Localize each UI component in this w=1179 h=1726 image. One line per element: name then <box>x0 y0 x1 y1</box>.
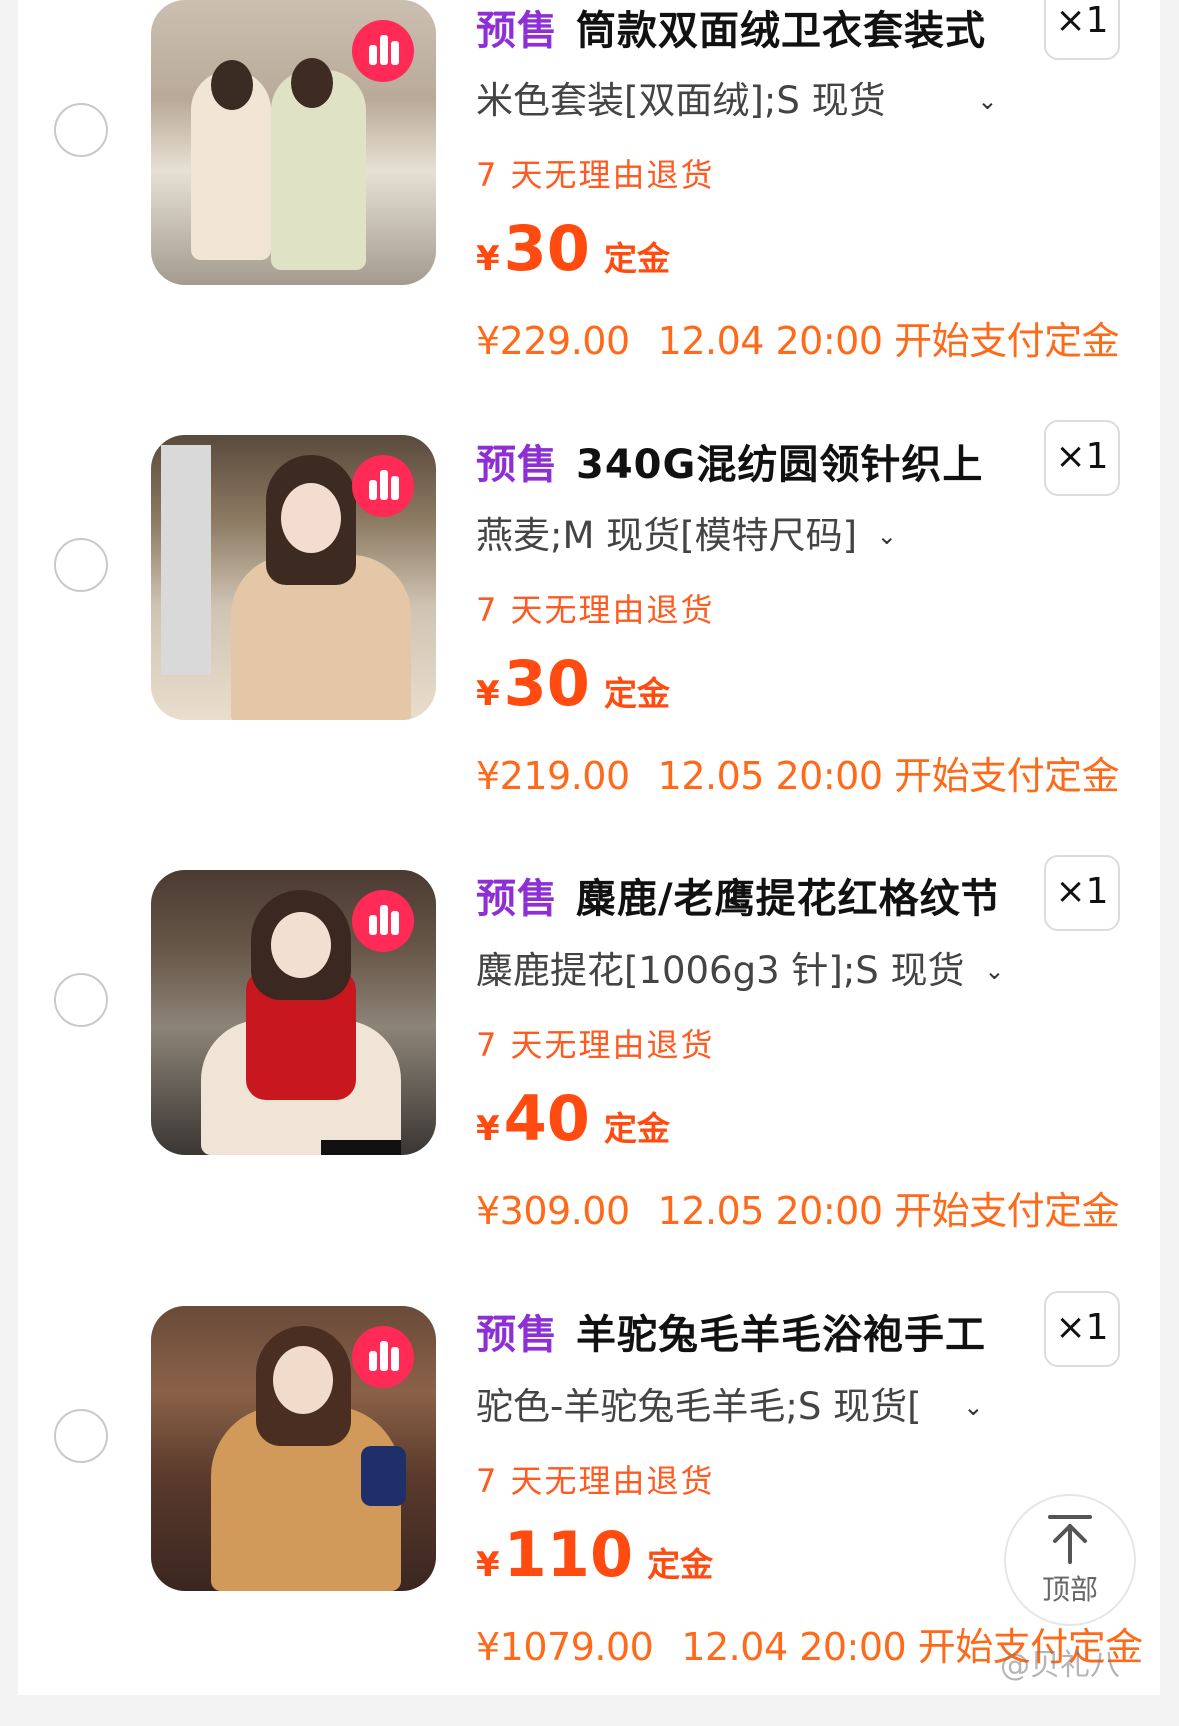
live-badge-icon <box>352 455 414 517</box>
deposit-label: 定金 <box>603 239 670 278</box>
deposit-label: 定金 <box>603 674 670 713</box>
return-policy: 7 天无理由退货 <box>476 1026 715 1064</box>
original-price: ¥309.00 <box>476 1189 630 1233</box>
cart-item: 预售 麋鹿/老鹰提花红格纹节 ×1 麋鹿提花[1006g3 针];S 现货 ⌄ 7… <box>18 855 1160 1290</box>
deposit-label: 定金 <box>603 1109 670 1148</box>
arrow-up-to-top-icon <box>1048 1515 1092 1564</box>
back-to-top-label: 顶部 <box>1041 1573 1098 1606</box>
spec-selector[interactable]: 米色套装[双面绒];S 现货 ⌄ <box>476 70 997 130</box>
chevron-down-icon: ⌄ <box>963 1393 984 1421</box>
product-image[interactable] <box>151 1306 436 1591</box>
chevron-down-icon: ⌄ <box>876 522 897 550</box>
deposit-amount: 110 <box>503 1518 634 1591</box>
product-title[interactable]: 预售 筒款双面绒卫衣套装式 <box>476 0 996 54</box>
product-image[interactable] <box>151 870 436 1155</box>
quantity-button[interactable]: ×1 <box>1044 0 1120 60</box>
cart-item: 预售 筒款双面绒卫衣套装式 ×1 米色套装[双面绒];S 现货 ⌄ 7 天无理由退… <box>18 0 1160 420</box>
presale-tag: 预售 <box>476 8 558 54</box>
product-title[interactable]: 预售 麋鹿/老鹰提花红格纹节 <box>476 866 996 922</box>
product-title[interactable]: 预售 羊驼兔毛羊毛浴袍手工 <box>476 1302 996 1358</box>
currency-symbol: ¥ <box>476 674 500 714</box>
product-title-text: 筒款双面绒卫衣套装式 <box>576 8 986 54</box>
live-badge-icon <box>352 1326 414 1388</box>
pay-start-time: 12.05 20:00 开始支付定金 <box>657 754 1120 798</box>
return-policy: 7 天无理由退货 <box>476 591 715 629</box>
spec-text: 麋鹿提花[1006g3 针];S 现货 <box>476 949 965 992</box>
product-image[interactable] <box>151 0 436 285</box>
pay-start-time: 12.04 20:00 开始支付定金 <box>657 319 1120 363</box>
price-and-schedule: ¥229.00 12.04 20:00 开始支付定金 <box>476 310 1120 365</box>
watermark: @贝礼八 <box>1000 1648 1120 1683</box>
pay-start-time: 12.05 20:00 开始支付定金 <box>657 1189 1120 1233</box>
deposit-price: ¥40 定金 <box>476 1082 670 1162</box>
back-to-top-button[interactable]: 顶部 <box>1004 1494 1136 1626</box>
original-price: ¥229.00 <box>476 319 630 363</box>
deposit-amount: 40 <box>503 1082 590 1155</box>
spec-selector[interactable]: 驼色-羊驼兔毛羊毛;S 现货[ ⌄ <box>476 1376 983 1436</box>
currency-symbol: ¥ <box>476 1545 500 1585</box>
cart-list: 预售 筒款双面绒卫衣套装式 ×1 米色套装[双面绒];S 现货 ⌄ 7 天无理由退… <box>18 0 1160 1695</box>
product-title-text: 340G混纺圆领针织上 <box>576 442 984 488</box>
deposit-amount: 30 <box>503 212 590 285</box>
product-title[interactable]: 预售 340G混纺圆领针织上 <box>476 432 996 488</box>
deposit-price: ¥30 定金 <box>476 212 670 292</box>
deposit-price: ¥110 定金 <box>476 1518 713 1598</box>
price-and-schedule: ¥309.00 12.05 20:00 开始支付定金 <box>476 1180 1120 1235</box>
live-badge-icon <box>352 890 414 952</box>
chevron-down-icon: ⌄ <box>984 957 1005 985</box>
product-image[interactable] <box>151 435 436 720</box>
spec-selector[interactable]: 燕麦;M 现货[模特尺码] ⌄ <box>476 505 976 565</box>
select-radio[interactable] <box>54 973 108 1027</box>
select-radio[interactable] <box>54 538 108 592</box>
spec-text: 驼色-羊驼兔毛羊毛;S 现货[ <box>476 1385 922 1428</box>
spec-selector[interactable]: 麋鹿提花[1006g3 针];S 现货 ⌄ <box>476 940 1004 1000</box>
select-radio[interactable] <box>54 1409 108 1463</box>
original-price: ¥219.00 <box>476 754 630 798</box>
quantity-button[interactable]: ×1 <box>1044 855 1120 931</box>
select-radio[interactable] <box>54 103 108 157</box>
price-and-schedule: ¥219.00 12.05 20:00 开始支付定金 <box>476 745 1120 800</box>
spec-text: 燕麦;M 现货[模特尺码] <box>476 514 858 557</box>
cart-item: 预售 340G混纺圆领针织上 ×1 燕麦;M 现货[模特尺码] ⌄ 7 天无理由退… <box>18 420 1160 855</box>
presale-tag: 预售 <box>476 1312 558 1358</box>
product-title-text: 羊驼兔毛羊毛浴袍手工 <box>576 1312 986 1358</box>
cart-item: 预售 羊驼兔毛羊毛浴袍手工 ×1 驼色-羊驼兔毛羊毛;S 现货[ ⌄ 7 天无理由… <box>18 1291 1160 1726</box>
deposit-label: 定金 <box>647 1545 714 1584</box>
presale-tag: 预售 <box>476 442 558 488</box>
quantity-button[interactable]: ×1 <box>1044 420 1120 496</box>
deposit-amount: 30 <box>503 647 590 720</box>
currency-symbol: ¥ <box>476 1109 500 1149</box>
chevron-down-icon: ⌄ <box>977 87 998 115</box>
currency-symbol: ¥ <box>476 239 500 279</box>
return-policy: 7 天无理由退货 <box>476 1462 715 1500</box>
spec-text: 米色套装[双面绒];S 现货 <box>476 79 886 122</box>
presale-tag: 预售 <box>476 876 558 922</box>
product-title-text: 麋鹿/老鹰提花红格纹节 <box>576 876 996 922</box>
return-policy: 7 天无理由退货 <box>476 156 715 194</box>
live-badge-icon <box>352 20 414 82</box>
quantity-button[interactable]: ×1 <box>1044 1291 1120 1367</box>
original-price: ¥1079.00 <box>476 1625 654 1669</box>
deposit-price: ¥30 定金 <box>476 647 670 727</box>
